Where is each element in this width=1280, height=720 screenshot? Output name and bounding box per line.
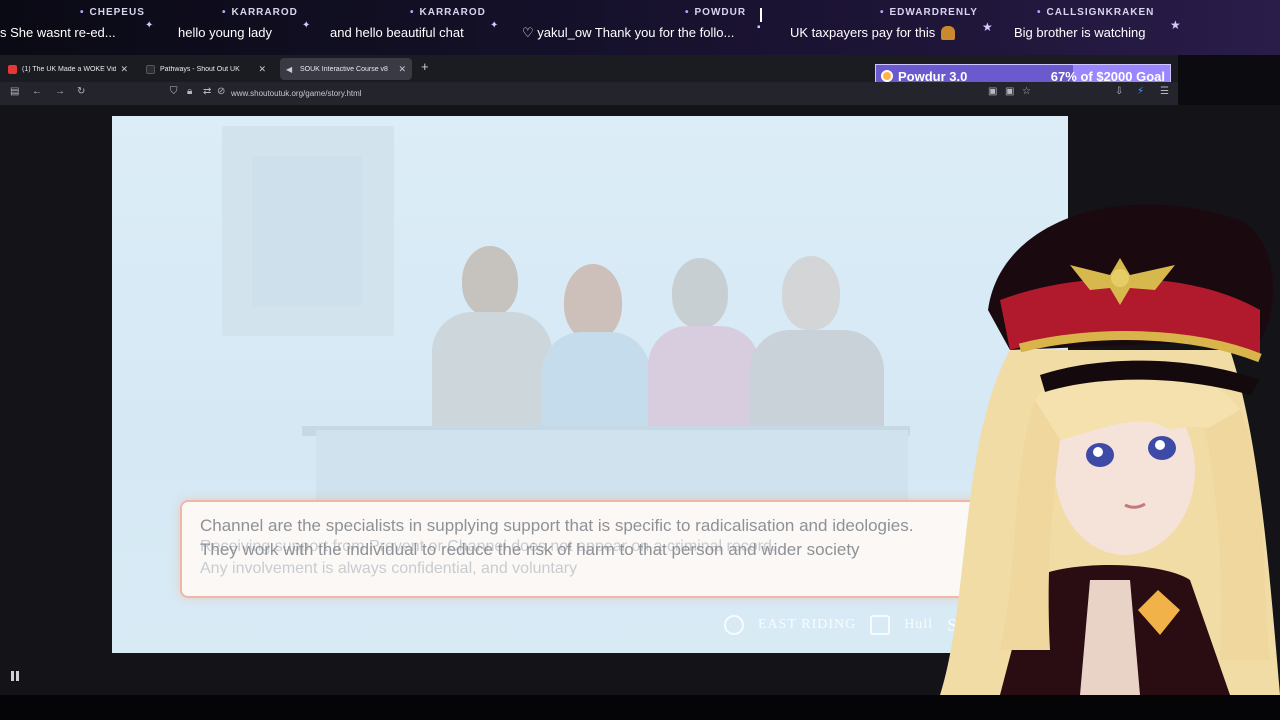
chat-username: POWDUR — [685, 7, 746, 18]
east-riding-logo-icon — [724, 615, 744, 635]
emote-icon — [941, 26, 955, 40]
chat-text: UK taxpayers pay for this — [790, 25, 936, 40]
chat-text: Big brother is watching — [1014, 25, 1146, 40]
back-icon[interactable]: ← — [32, 86, 42, 97]
chat-username: KARRAROD — [410, 7, 486, 18]
desk-front-illustration — [316, 430, 908, 510]
reader-view-icon[interactable]: ▣ — [988, 86, 997, 97]
camera-icon: ▪ — [757, 22, 761, 33]
lock-icon[interactable]: 🔒︎ — [187, 86, 192, 97]
sponsor-logos: EAST RIDING Hull SO — [724, 612, 972, 638]
logo-label: Hull — [904, 617, 934, 632]
dialog-text: Channel are the specialists in supplying… — [200, 516, 914, 559]
chat-username: KARRAROD — [222, 7, 298, 18]
new-tab-button[interactable]: + — [421, 59, 429, 74]
bookmark-star-icon[interactable]: ☆ — [1022, 86, 1031, 97]
forward-icon[interactable]: → — [55, 86, 65, 97]
permissions-icon[interactable]: ⇄ — [203, 86, 211, 97]
browser-tab[interactable]: Pathways - Shout Out UK ✕ — [140, 58, 272, 80]
browser-tab-active[interactable]: ◀ SOUK Interactive Course v8 ✕ — [280, 58, 412, 80]
star-icon: ★ — [1170, 18, 1181, 32]
downloads-icon[interactable]: ⇩ — [1115, 86, 1123, 97]
sparkle-icon: ✦ — [302, 20, 311, 31]
dialog-box[interactable]: Receiving support from Prevent or Channe… — [180, 500, 998, 598]
chat-message: CHEPEUS s She wasnt re-ed... — [0, 0, 145, 55]
tab-title: SOUK Interactive Course v8 — [300, 65, 388, 73]
chat-message: POWDUR ♡ yakul_ow Thank you for the foll… — [510, 0, 760, 55]
close-icon[interactable]: ✕ — [258, 64, 266, 75]
screenshot-icon[interactable]: ▣ — [1005, 86, 1014, 97]
shield-icon[interactable]: ⛉ — [170, 86, 178, 97]
speaker-icon: ◀ — [286, 64, 293, 74]
youtube-icon — [8, 64, 17, 74]
sparkle-icon: ✦ — [490, 20, 499, 31]
chat-text: ♡ yakul_ow Thank you for the follo... — [522, 25, 735, 40]
bottom-bar — [0, 695, 1280, 720]
chat-message: EDWARDRENLY Big brother is watching CALL… — [890, 0, 1170, 55]
ticker-cursor — [760, 8, 762, 22]
hull-crest-icon — [870, 615, 891, 635]
chat-username: CALLSIGNKRAKEN — [1037, 7, 1154, 18]
site-icon — [146, 64, 155, 74]
address-bar[interactable]: www.shoutoutuk.org/game/story.html — [231, 89, 362, 98]
chat-ticker: CHEPEUS s She wasnt re-ed... ✦ KARRAROD … — [0, 0, 1280, 55]
chat-text: s She wasnt re-ed... — [0, 25, 116, 40]
logo-label: EAST RIDING — [758, 617, 857, 632]
tab-title: Pathways - Shout Out UK — [160, 65, 240, 73]
whiteboard-illustration — [222, 126, 394, 336]
star-icon: ★ — [982, 20, 993, 34]
sparkle-icon: ✦ — [145, 20, 154, 31]
goal-icon — [881, 70, 893, 82]
chat-message: KARRAROD and hello beautiful chat — [320, 0, 490, 55]
chat-username: CHEPEUS — [80, 7, 145, 18]
tab-title: (1) The UK Made a WOKE Vide... — [22, 65, 117, 73]
reload-icon[interactable]: ↻ — [77, 86, 85, 97]
chat-text: and hello beautiful chat — [330, 25, 464, 40]
autoplay-blocked-icon[interactable]: ⊘ — [217, 86, 225, 97]
extension-icon[interactable]: ⚡︎ — [1137, 86, 1144, 97]
stream-screen: CHEPEUS s She wasnt re-ed... ✦ KARRAROD … — [0, 0, 1280, 720]
sidebar-icon[interactable]: ▤ — [10, 86, 19, 97]
close-icon[interactable]: ✕ — [120, 64, 128, 75]
vtuber-avatar — [940, 204, 1280, 695]
menu-icon[interactable]: ☰ — [1160, 86, 1169, 97]
close-icon[interactable]: ✕ — [398, 64, 406, 75]
dialog-fading-line: Any involvement is always confidential, … — [200, 560, 578, 577]
chat-text: hello young lady — [178, 25, 272, 40]
chat-username: EDWARDRENLY — [880, 7, 978, 18]
browser-tab[interactable]: (1) The UK Made a WOKE Vide... ✕ — [2, 58, 134, 80]
chat-message: KARRAROD hello young lady — [160, 0, 320, 55]
pause-icon[interactable] — [11, 668, 21, 681]
